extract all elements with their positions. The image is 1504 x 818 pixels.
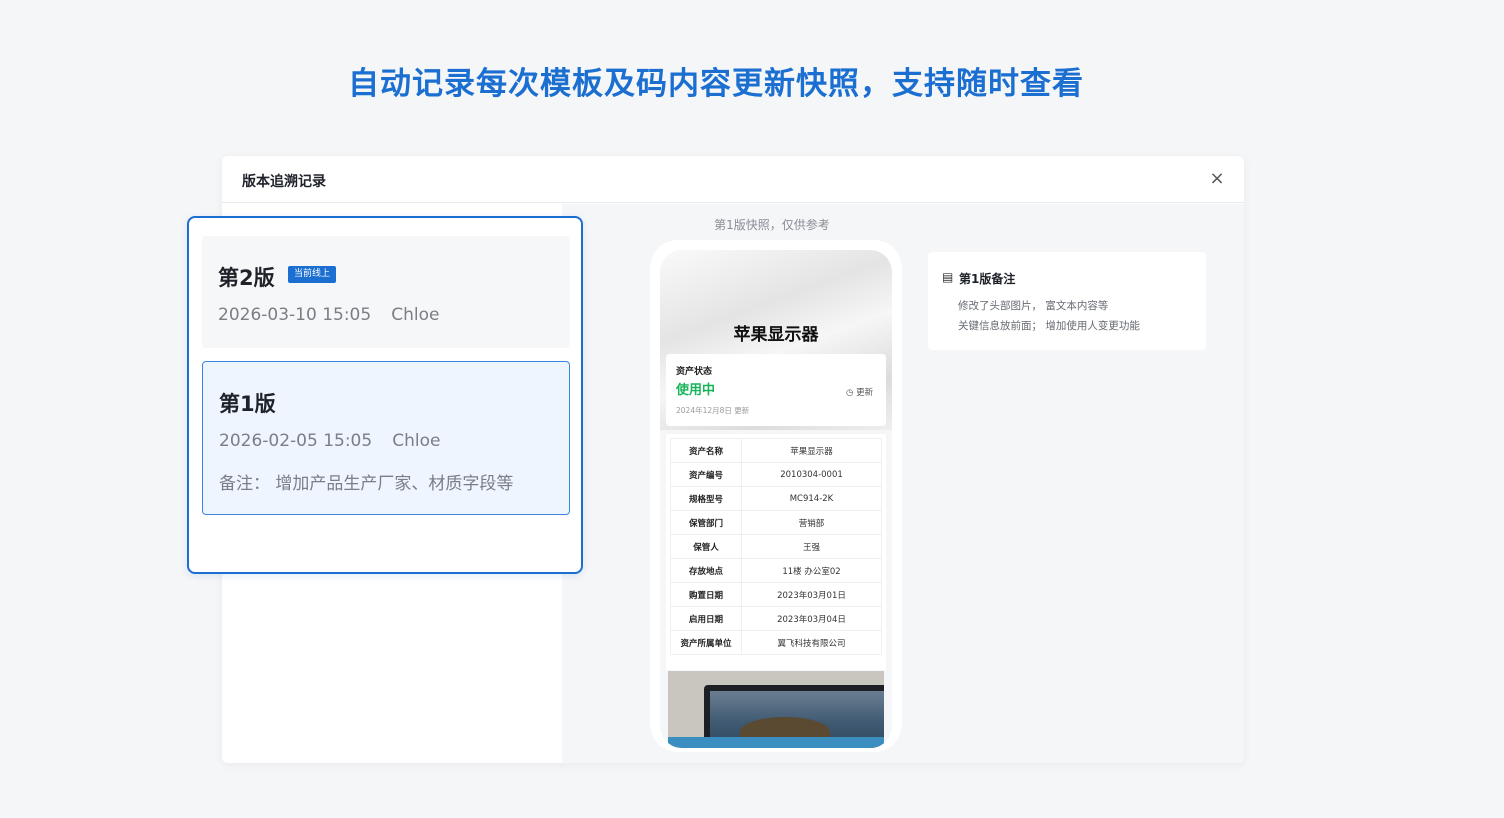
version-author: Chloe [392,431,441,451]
asset-title: 苹果显示器 [733,325,819,345]
row-key: 购置日期 [670,582,742,607]
version-name: 第1版 [219,392,276,416]
status-label: 资产状态 [676,367,713,377]
version-date: 2026-03-10 15:05 [218,305,372,325]
table-row: 保管部门 营销部 [670,510,882,535]
row-key: 保管人 [670,534,742,559]
row-value: 营销部 [741,510,882,535]
update-button[interactable]: ◷ 更新 [846,386,873,398]
status-card: 资产状态 使用中 2024年12月8日 更新 ◷ 更新 [666,354,886,426]
page-headline: 自动记录每次模板及码内容更新快照，支持随时查看 [348,66,1084,102]
version-author: Chloe [391,305,440,325]
row-value: 2010304-0001 [741,462,882,487]
version-item-2[interactable]: 第2版 当前线上 2026-03-10 15:05 Chloe [202,236,570,348]
version-notes-card: ▤ 第1版备注 修改了头部图片， 富文本内容等 关键信息放前面； 增加使用人变更… [928,252,1206,350]
row-key: 资产名称 [670,438,742,463]
row-key: 存放地点 [670,558,742,583]
version-item-1[interactable]: 第1版 2026-02-05 15:05 Chloe 备注： 增加产品生产厂家、材… [202,361,570,515]
document-icon: ▤ [942,270,954,284]
current-online-badge: 当前线上 [288,266,337,283]
row-value: 苹果显示器 [741,438,882,463]
table-row: 存放地点 11楼 办公室02 [670,558,882,583]
notes-title: 第1版备注 [959,272,1016,286]
notes-line: 修改了头部图片， 富文本内容等 [958,300,1109,312]
table-row: 购置日期 2023年03月01日 [670,582,882,607]
modal-header: 版本追溯记录 × [222,156,1244,203]
table-row: 保管人 王强 [670,534,882,559]
row-key: 保管部门 [670,510,742,535]
update-label: 更新 [856,388,874,398]
row-key: 资产编号 [670,462,742,487]
row-value: 11楼 办公室02 [741,558,882,583]
row-value: 2023年03月01日 [741,582,882,607]
modal-title: 版本追溯记录 [242,174,326,190]
status-date: 2024年12月8日 更新 [676,406,750,415]
notes-line: 关键信息放前面； 增加使用人变更功能 [958,320,1140,332]
table-row: 启用日期 2023年03月04日 [670,606,882,631]
version-name: 第2版 [218,266,275,290]
status-value: 使用中 [676,383,716,398]
row-value: 王强 [741,534,882,559]
row-key: 启用日期 [670,606,742,631]
version-meta: 2026-02-05 15:05 Chloe [219,431,440,451]
snapshot-caption: 第1版快照，仅供参考 [714,218,830,232]
monitor-photo [668,671,884,748]
snapshot-pane: 第1版快照，仅供参考 苹果显示器 资产状态 使用中 2024年12月8日 更新 … [562,204,1244,763]
close-icon[interactable]: × [1206,168,1228,190]
table-row: 资产名称 苹果显示器 [670,438,882,463]
table-row: 规格型号 MC914-2K [670,486,882,511]
row-value: 2023年03月04日 [741,606,882,631]
table-row: 资产所属单位 翼飞科技有限公司 [670,630,882,655]
version-list-highlight: 第2版 当前线上 2026-03-10 15:05 Chloe 第1版 2026-… [187,216,583,574]
phone-preview: 苹果显示器 资产状态 使用中 2024年12月8日 更新 ◷ 更新 资产名称 苹果… [650,240,902,752]
row-value: 翼飞科技有限公司 [741,630,882,655]
asset-info-table: 资产名称 苹果显示器 资产编号 2010304-0001 规格型号 MC914-2K … [670,438,882,655]
version-note: 备注： 增加产品生产厂家、材质字段等 [219,474,514,494]
clock-icon: ◷ [846,388,854,398]
phone-screen: 苹果显示器 资产状态 使用中 2024年12月8日 更新 ◷ 更新 资产名称 苹果… [660,250,892,748]
asset-info-card: 资产名称 苹果显示器 资产编号 2010304-0001 规格型号 MC914-2K … [666,434,886,670]
table-row: 资产编号 2010304-0001 [670,462,882,487]
row-key: 规格型号 [670,486,742,511]
row-value: MC914-2K [741,486,882,511]
version-meta: 2026-03-10 15:05 Chloe [218,305,439,325]
row-key: 资产所属单位 [670,630,742,655]
version-date: 2026-02-05 15:05 [219,431,373,451]
